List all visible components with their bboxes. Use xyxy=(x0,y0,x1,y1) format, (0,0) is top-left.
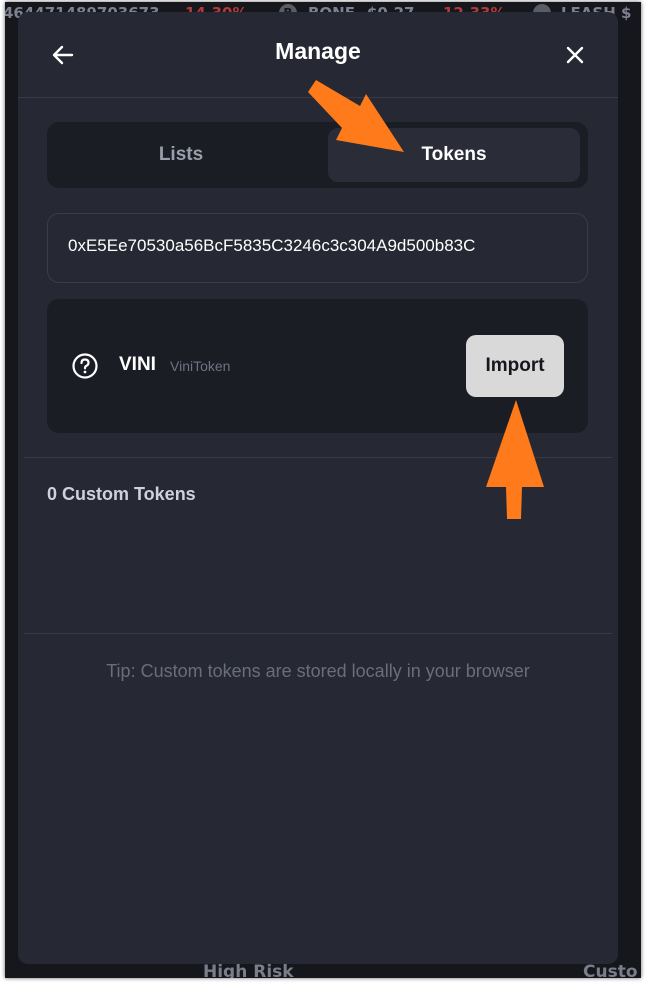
tab-lists[interactable]: Lists xyxy=(53,128,309,182)
modal-header: Manage xyxy=(18,12,618,98)
close-icon xyxy=(566,46,584,64)
tab-switcher: Lists Tokens xyxy=(47,122,588,188)
bg-high-risk-label: High Risk xyxy=(203,962,294,978)
import-button[interactable]: Import xyxy=(466,335,564,397)
divider xyxy=(24,633,612,634)
modal-title: Manage xyxy=(275,38,361,64)
app-background: 464471489703673 14.30% B BONE $0.27 12.3… xyxy=(5,2,641,978)
tip-text: Tip: Custom tokens are stored locally in… xyxy=(106,661,530,681)
token-address-value: 0xE5Ee70530a56BcF5835C3246c3c304A9d500b8… xyxy=(68,236,476,255)
close-button[interactable] xyxy=(560,40,590,70)
tab-tokens[interactable]: Tokens xyxy=(328,128,580,182)
custom-tokens-count: 0 Custom Tokens xyxy=(47,484,196,504)
token-address-input[interactable]: 0xE5Ee70530a56BcF5835C3246c3c304A9d500b8… xyxy=(47,213,588,283)
token-symbol: VINI xyxy=(119,354,156,375)
token-result-card: VINI ViniToken Import xyxy=(47,299,588,433)
manage-modal: Manage Lists Tokens 0xE5Ee70530a56BcF583… xyxy=(18,12,618,964)
token-name: ViniToken xyxy=(170,358,231,374)
divider xyxy=(24,457,612,458)
question-circle-icon xyxy=(72,353,98,379)
bg-custom-label: Custo xyxy=(583,962,638,978)
